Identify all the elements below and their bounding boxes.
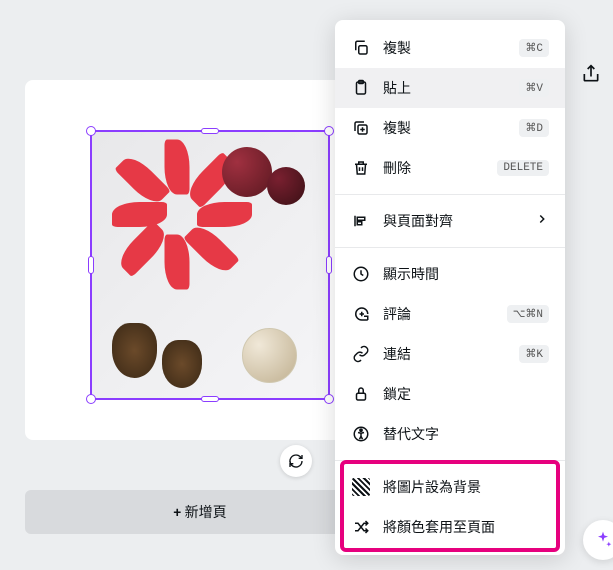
ornament-decoration bbox=[267, 167, 305, 205]
menu-label: 貼上 bbox=[383, 78, 507, 98]
menu-divider bbox=[335, 460, 565, 461]
rotate-icon bbox=[288, 453, 304, 469]
ornament-decoration bbox=[222, 147, 272, 197]
menu-apply-color[interactable]: 將顏色套用至頁面 bbox=[335, 507, 565, 547]
resize-edge-left[interactable] bbox=[88, 256, 94, 274]
share-button[interactable] bbox=[577, 60, 605, 88]
resize-handle-tr[interactable] bbox=[324, 126, 334, 136]
menu-label: 複製 bbox=[383, 118, 507, 138]
menu-divider bbox=[335, 194, 565, 195]
menu-label: 連結 bbox=[383, 344, 507, 364]
menu-alt-text[interactable]: 替代文字 bbox=[335, 414, 565, 454]
menu-shortcut: ⌘D bbox=[519, 119, 549, 137]
chevron-right-icon bbox=[535, 212, 549, 230]
menu-label: 鎖定 bbox=[383, 384, 549, 404]
selected-image[interactable] bbox=[90, 130, 330, 400]
trash-icon bbox=[351, 158, 371, 178]
menu-link[interactable]: 連結 ⌘K bbox=[335, 334, 565, 374]
share-icon bbox=[581, 64, 601, 84]
menu-shortcut: ⌘C bbox=[519, 39, 549, 57]
link-icon bbox=[351, 344, 371, 364]
menu-duplicate[interactable]: 複製 ⌘D bbox=[335, 108, 565, 148]
menu-delete[interactable]: 刪除 DELETE bbox=[335, 148, 565, 188]
pinecone-decoration bbox=[162, 340, 202, 388]
add-page-label: + 新增頁 bbox=[173, 502, 226, 522]
accessibility-icon bbox=[351, 424, 371, 444]
clock-icon bbox=[351, 264, 371, 284]
menu-align[interactable]: 與頁面對齊 bbox=[335, 201, 565, 241]
ai-assistant-button[interactable] bbox=[583, 520, 613, 560]
menu-label: 複製 bbox=[383, 38, 507, 58]
duplicate-icon bbox=[351, 118, 371, 138]
menu-divider bbox=[335, 247, 565, 248]
menu-label: 與頁面對齊 bbox=[383, 211, 523, 231]
menu-label: 將圖片設為背景 bbox=[383, 477, 549, 497]
sparkle-icon bbox=[593, 530, 613, 550]
resize-edge-top[interactable] bbox=[201, 128, 219, 134]
image-content bbox=[92, 132, 328, 398]
comment-icon bbox=[351, 304, 371, 324]
menu-comment[interactable]: 評論 ⌥⌘N bbox=[335, 294, 565, 334]
lock-icon bbox=[351, 384, 371, 404]
menu-paste[interactable]: 貼上 ⌘V bbox=[335, 68, 565, 108]
resize-handle-bl[interactable] bbox=[86, 394, 96, 404]
paste-icon bbox=[351, 78, 371, 98]
menu-label: 替代文字 bbox=[383, 424, 549, 444]
menu-label: 刪除 bbox=[383, 158, 485, 178]
menu-label: 評論 bbox=[383, 304, 495, 324]
pinecone-decoration bbox=[112, 323, 157, 378]
menu-timing[interactable]: 顯示時間 bbox=[335, 254, 565, 294]
ornament-decoration bbox=[242, 328, 297, 383]
hatch-icon bbox=[351, 477, 371, 497]
menu-lock[interactable]: 鎖定 bbox=[335, 374, 565, 414]
resize-edge-right[interactable] bbox=[326, 256, 332, 274]
resize-handle-tl[interactable] bbox=[86, 126, 96, 136]
menu-shortcut: ⌥⌘N bbox=[507, 305, 549, 323]
copy-icon bbox=[351, 38, 371, 58]
menu-shortcut: ⌘V bbox=[519, 79, 549, 97]
menu-shortcut: ⌘K bbox=[519, 345, 549, 363]
poinsettia-decoration bbox=[92, 152, 212, 292]
shuffle-icon bbox=[351, 517, 371, 537]
resize-handle-br[interactable] bbox=[324, 394, 334, 404]
align-icon bbox=[351, 211, 371, 231]
menu-label: 顯示時間 bbox=[383, 264, 549, 284]
resize-edge-bottom[interactable] bbox=[201, 396, 219, 402]
rotate-button[interactable] bbox=[280, 445, 312, 477]
menu-copy[interactable]: 複製 ⌘C bbox=[335, 28, 565, 68]
add-page-button[interactable]: + 新增頁 bbox=[25, 490, 375, 534]
menu-set-background[interactable]: 將圖片設為背景 bbox=[335, 467, 565, 507]
context-menu: 複製 ⌘C 貼上 ⌘V 複製 ⌘D 刪除 DELETE 與頁面對齊 顯示時間 評… bbox=[335, 20, 565, 555]
menu-shortcut: DELETE bbox=[497, 160, 549, 176]
menu-label: 將顏色套用至頁面 bbox=[383, 517, 549, 537]
